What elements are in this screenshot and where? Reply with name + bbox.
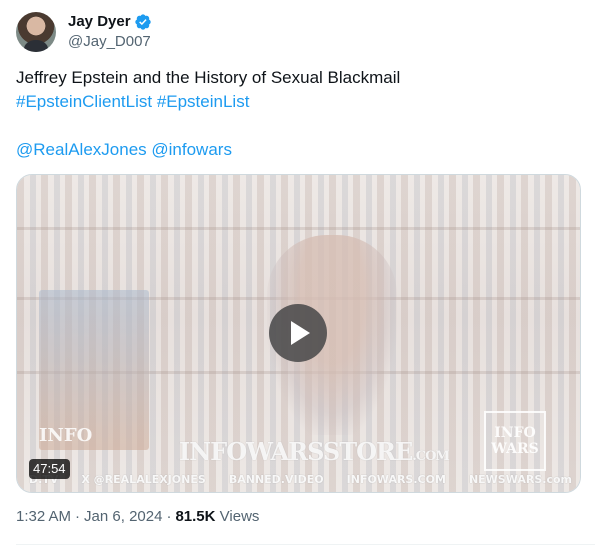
verified-badge-icon xyxy=(134,14,151,30)
meta-separator: · xyxy=(166,508,172,525)
hashtag-epstein-client-list[interactable]: #EpsteinClientList xyxy=(16,92,152,111)
video-duration-badge: 47:54 xyxy=(29,459,70,479)
timestamp-time[interactable]: 1:32 AM xyxy=(16,508,71,525)
display-name-row: Jay Dyer xyxy=(68,12,152,32)
views-count: 81.5K xyxy=(175,508,216,525)
play-icon xyxy=(291,321,310,345)
ticker-item: X @REALALEXJONES xyxy=(81,473,206,486)
author-names: Jay Dyer @Jay_D007 xyxy=(68,12,152,52)
tweet-meta: 1:32 AM · Jan 6, 2024 · 81.5K Views xyxy=(16,507,259,527)
handle[interactable]: @Jay_D007 xyxy=(68,32,152,52)
tweet-title-line: Jeffrey Epstein and the History of Sexua… xyxy=(16,68,401,87)
watermark-suffix: .COM xyxy=(412,449,450,464)
shelf-divider xyxy=(17,227,580,230)
ticker-item: INFOWARS.COM xyxy=(346,473,446,486)
avatar[interactable] xyxy=(16,12,56,52)
video-ticker: D.TV X @REALALEXJONES BANNED.VIDEO INFOW… xyxy=(29,473,572,486)
infowars-corner-logo: INFO WARS xyxy=(484,411,546,471)
tweet: Jay Dyer @Jay_D007 Jeffrey Epstein and t… xyxy=(0,0,611,545)
ticker-item: NEWSWARS.com xyxy=(468,473,572,486)
video-player[interactable]: INFO INFO WARS INFOWARSSTORE.COM D.TV X … xyxy=(16,174,581,493)
display-name[interactable]: Jay Dyer xyxy=(68,12,131,32)
store-watermark: INFOWARSSTORE.COM xyxy=(179,437,450,466)
views-label: Views xyxy=(219,508,260,525)
mention-real-alex-jones[interactable]: @RealAlexJones xyxy=(16,140,147,159)
meta-separator: · xyxy=(75,508,81,525)
timestamp-date[interactable]: Jan 6, 2024 xyxy=(84,508,162,525)
hashtag-line: #EpsteinClientList #EpsteinList xyxy=(16,90,586,114)
hashtag-epstein-list[interactable]: #EpsteinList xyxy=(157,92,250,111)
tweet-text: Jeffrey Epstein and the History of Sexua… xyxy=(16,66,586,162)
play-button[interactable] xyxy=(269,304,327,362)
infowars-logo-left: INFO xyxy=(39,425,93,446)
tweet-header: Jay Dyer @Jay_D007 xyxy=(16,12,152,52)
ticker-item: BANNED.VIDEO xyxy=(228,473,324,486)
watermark-main: INFOWARSSTORE xyxy=(179,437,413,466)
mention-infowars[interactable]: @infowars xyxy=(151,140,232,159)
mention-line: @RealAlexJones @infowars xyxy=(16,138,586,162)
